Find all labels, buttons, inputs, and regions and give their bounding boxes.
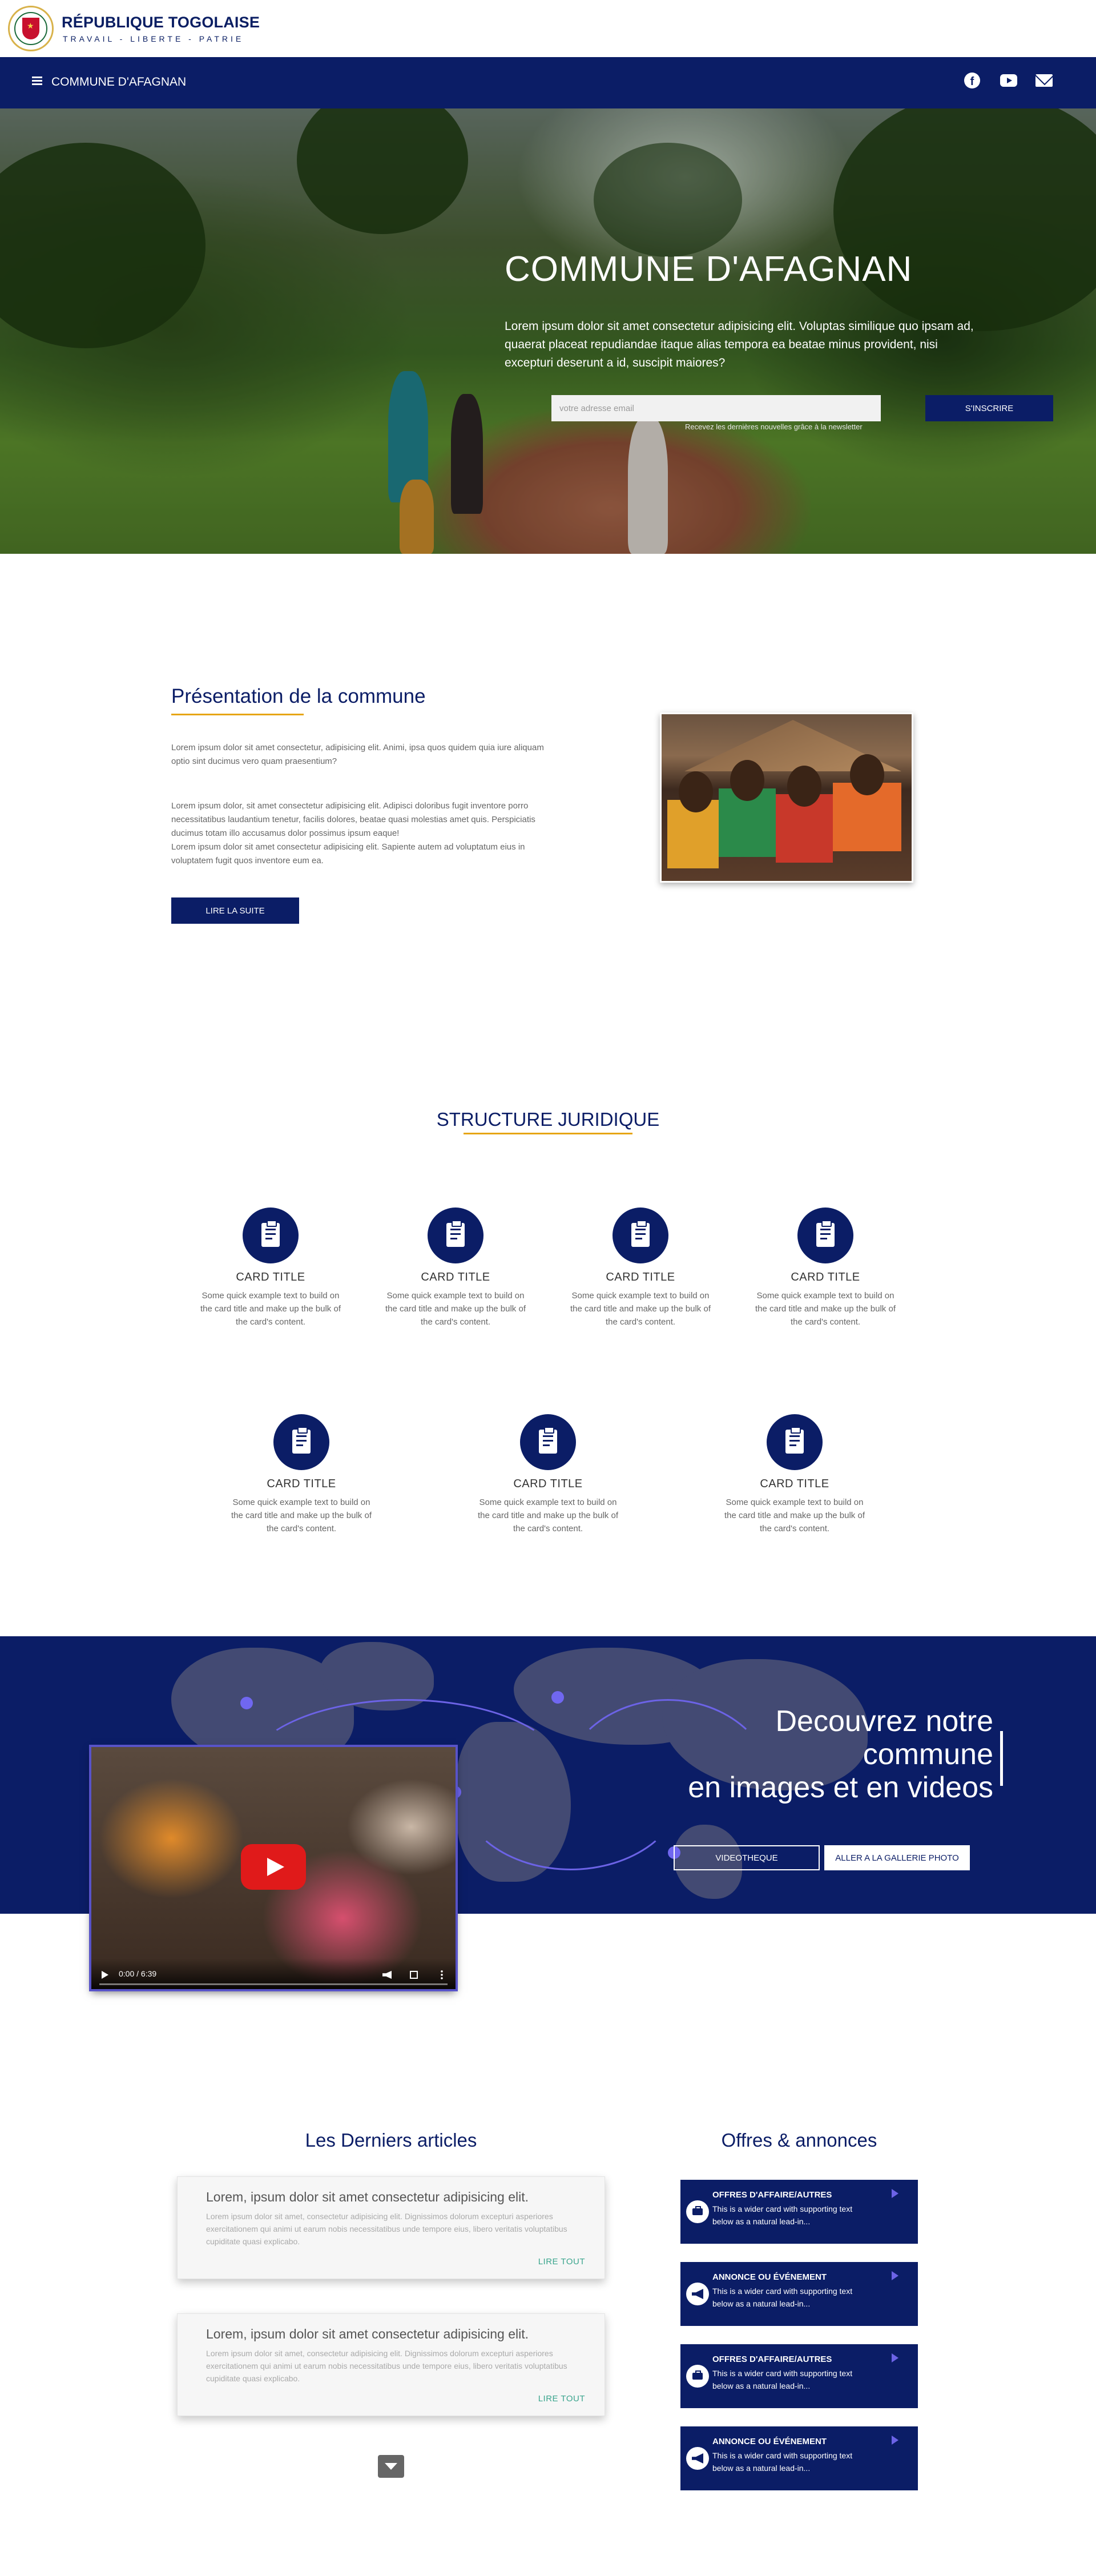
- card-title: CARD TITLE: [791, 1271, 860, 1283]
- caret-right-icon[interactable]: [892, 2353, 898, 2362]
- structure-title: STRUCTURE JURIDIQUE: [436, 1109, 660, 1130]
- offer-title: OFFRES D'AFFAIRE/AUTRES: [712, 2190, 832, 2200]
- caret-right-icon[interactable]: [892, 2436, 898, 2445]
- chevron-down-icon[interactable]: [378, 2455, 404, 2478]
- card-title: CARD TITLE: [606, 1271, 675, 1283]
- discover-line-3: en images et en videos: [688, 1771, 993, 1804]
- card-title: CARD TITLE: [760, 1478, 829, 1490]
- video-library-button[interactable]: VIDEOTHEQUE: [674, 1845, 820, 1870]
- offer-text: This is a wider card with supporting tex…: [712, 2369, 853, 2390]
- fullscreen-icon[interactable]: [410, 1971, 418, 1979]
- discover-title: Decouvrez notre commune en images et en …: [628, 1705, 993, 1804]
- offer-card[interactable]: OFFRES D'AFFAIRE/AUTRES This is a wider …: [680, 2344, 918, 2408]
- card-text: Some quick example text to build on the …: [385, 1291, 526, 1327]
- megaphone-icon: [686, 2283, 709, 2305]
- hero-description: Lorem ipsum dolor sit amet consectetur a…: [505, 320, 974, 369]
- article-card[interactable]: Lorem, ipsum dolor sit amet consectetur …: [177, 2313, 605, 2416]
- article-title: Lorem, ipsum dolor sit amet consectetur …: [206, 2189, 529, 2204]
- offer-text: This is a wider card with supporting tex…: [712, 2287, 853, 2308]
- main-navbar: COMMUNE D'AFAGNAN f: [0, 57, 1096, 108]
- presentation-paragraph: Lorem ipsum dolor, sit amet consectetur …: [171, 799, 548, 868]
- megaphone-icon: [686, 2447, 709, 2470]
- card-text: Some quick example text to build on the …: [724, 1498, 865, 1533]
- presentation-paragraph: Lorem ipsum dolor sit amet consectetur, …: [171, 743, 544, 766]
- photo-gallery-button[interactable]: ALLER A LA GALLERIE PHOTO: [824, 1845, 970, 1870]
- nav-title[interactable]: COMMUNE D'AFAGNAN: [51, 75, 186, 89]
- more-options-icon[interactable]: [441, 1970, 443, 1980]
- hero-title: COMMUNE D'AFAGNAN: [505, 249, 913, 289]
- clipboard-icon: [767, 1414, 823, 1470]
- offer-card[interactable]: ANNONCE OU ÉVÉNEMENT This is a wider car…: [680, 2426, 918, 2490]
- caret-right-icon[interactable]: [892, 2271, 898, 2280]
- article-title: Lorem, ipsum dolor sit amet consectetur …: [206, 2327, 529, 2341]
- video-controls: 0:00 / 6:39: [91, 1958, 456, 1989]
- title-underline: [464, 1133, 632, 1134]
- clipboard-icon: [428, 1208, 483, 1263]
- card-text: Some quick example text to build on the …: [570, 1291, 711, 1327]
- newsletter-note: Recevez les dernières nouvelles grâce à …: [685, 422, 863, 431]
- articles-heading: Les Derniers articles: [305, 2130, 477, 2151]
- article-excerpt: Lorem ipsum dolor sit amet, consectetur …: [206, 2349, 567, 2383]
- subscribe-button[interactable]: S'INSCRIRE: [925, 395, 1053, 421]
- card-text: Some quick example text to build on the …: [200, 1291, 341, 1327]
- card-text: Some quick example text to build on the …: [478, 1498, 618, 1533]
- youtube-icon[interactable]: [1000, 72, 1017, 89]
- coat-of-arms-logo[interactable]: ★: [8, 6, 54, 51]
- clipboard-icon: [273, 1414, 329, 1470]
- card-text: Some quick example text to build on the …: [755, 1291, 896, 1327]
- caret-right-icon[interactable]: [892, 2189, 898, 2198]
- card-text: Some quick example text to build on the …: [231, 1498, 372, 1533]
- youtube-play-icon[interactable]: [241, 1844, 306, 1890]
- clipboard-icon: [613, 1208, 668, 1263]
- clipboard-icon: [797, 1208, 853, 1263]
- video-time: 0:00 / 6:39: [119, 1969, 157, 1978]
- facebook-icon[interactable]: f: [964, 72, 981, 89]
- read-more-button[interactable]: LIRE LA SUITE: [171, 897, 299, 924]
- title-accent-bar: [1000, 1731, 1003, 1786]
- offer-title: ANNONCE OU ÉVÉNEMENT: [712, 2437, 827, 2446]
- discover-line-1: Decouvrez notre: [775, 1705, 993, 1738]
- volume-icon[interactable]: [382, 1971, 392, 1979]
- video-progress-bar[interactable]: [99, 1983, 448, 1985]
- clipboard-icon: [243, 1208, 299, 1263]
- video-player[interactable]: 0:00 / 6:39: [89, 1745, 458, 1991]
- offers-heading: Offres & annonces: [721, 2130, 877, 2151]
- community-photo: [660, 713, 913, 883]
- article-excerpt: Lorem ipsum dolor sit amet, consectetur …: [206, 2212, 567, 2246]
- offer-text: This is a wider card with supporting tex…: [712, 2204, 853, 2226]
- offer-title: OFFRES D'AFFAIRE/AUTRES: [712, 2354, 832, 2364]
- read-all-link[interactable]: LIRE TOUT: [538, 2394, 585, 2404]
- offer-text: This is a wider card with supporting tex…: [712, 2451, 853, 2473]
- article-card[interactable]: Lorem, ipsum dolor sit amet consectetur …: [177, 2176, 605, 2279]
- offer-card[interactable]: ANNONCE OU ÉVÉNEMENT This is a wider car…: [680, 2262, 918, 2326]
- card-title: CARD TITLE: [513, 1478, 583, 1490]
- offer-card[interactable]: OFFRES D'AFFAIRE/AUTRES This is a wider …: [680, 2180, 918, 2244]
- offer-title: ANNONCE OU ÉVÉNEMENT: [712, 2272, 827, 2282]
- newsletter-email-input[interactable]: [551, 395, 881, 421]
- presentation-title: Présentation de la commune: [171, 685, 426, 707]
- hamburger-menu-icon[interactable]: [32, 77, 42, 85]
- briefcase-icon: [686, 2200, 709, 2223]
- briefcase-icon: [686, 2365, 709, 2388]
- clipboard-icon: [520, 1414, 576, 1470]
- card-title: CARD TITLE: [267, 1478, 336, 1490]
- read-all-link[interactable]: LIRE TOUT: [538, 2257, 585, 2267]
- card-title: CARD TITLE: [236, 1271, 305, 1283]
- presentation-paragraph-3: Lorem ipsum dolor sit amet consectetur a…: [171, 842, 525, 866]
- brand-motto: TRAVAIL - LIBERTE - PATRIE: [63, 34, 244, 43]
- title-underline: [171, 714, 304, 715]
- play-icon[interactable]: [102, 1971, 108, 1979]
- discover-line-2: commune: [863, 1738, 993, 1771]
- presentation-paragraph-2: Lorem ipsum dolor, sit amet consectetur …: [171, 801, 535, 838]
- mail-icon[interactable]: [1035, 72, 1053, 89]
- card-title: CARD TITLE: [421, 1271, 490, 1283]
- brand-title: RÉPUBLIQUE TOGOLAISE: [62, 14, 260, 31]
